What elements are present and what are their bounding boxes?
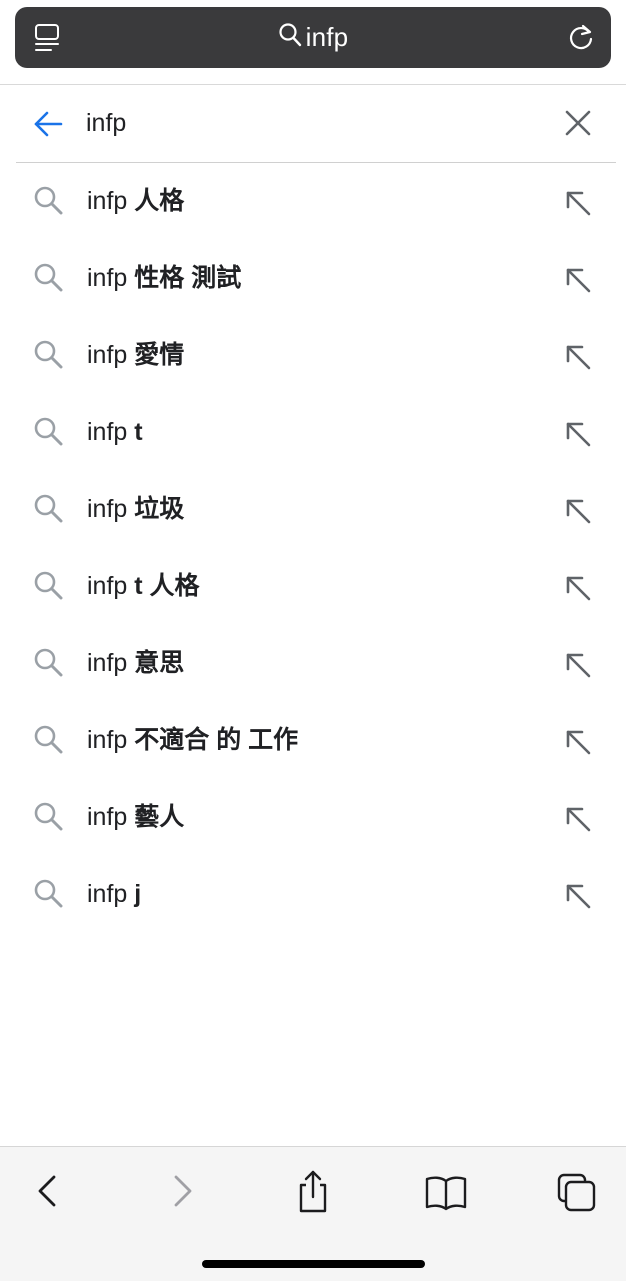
search-row bbox=[16, 85, 616, 163]
suggestion-item[interactable]: infp t 人格 bbox=[0, 548, 626, 625]
suggestion-item[interactable]: infp 性格 測試 bbox=[0, 240, 626, 317]
suggestion-text: infp j bbox=[87, 880, 142, 908]
suggestion-text: infp t 人格 bbox=[87, 572, 200, 600]
reload-icon[interactable] bbox=[566, 23, 596, 53]
search-icon bbox=[33, 185, 63, 215]
suggestion-list: infp 人格 infp 性格 測試 infp 愛情 infp t infp 垃… bbox=[0, 163, 626, 933]
forward-icon[interactable] bbox=[162, 1169, 202, 1213]
suggestion-item[interactable]: infp 垃圾 bbox=[0, 471, 626, 548]
bottom-toolbar bbox=[0, 1146, 626, 1281]
suggestion-text: infp 愛情 bbox=[87, 341, 185, 369]
search-icon bbox=[33, 878, 63, 908]
suggestion-item[interactable]: infp 意思 bbox=[0, 625, 626, 702]
close-icon[interactable] bbox=[564, 109, 592, 137]
safari-top-bar: infp bbox=[0, 0, 626, 85]
suggestion-item[interactable]: infp t bbox=[0, 394, 626, 471]
search-icon bbox=[33, 339, 63, 369]
search-icon bbox=[33, 262, 63, 292]
fill-query-arrow-icon[interactable] bbox=[562, 803, 594, 835]
suggestion-item[interactable]: infp 人格 bbox=[0, 163, 626, 240]
suggestion-item[interactable]: infp j bbox=[0, 856, 626, 933]
fill-query-arrow-icon[interactable] bbox=[562, 264, 594, 296]
search-input[interactable] bbox=[86, 103, 526, 143]
fill-query-arrow-icon[interactable] bbox=[562, 495, 594, 527]
back-icon[interactable] bbox=[28, 1169, 68, 1213]
suggestion-item[interactable]: infp 不適合 的 工作 bbox=[0, 702, 626, 779]
fill-query-arrow-icon[interactable] bbox=[562, 649, 594, 681]
fill-query-arrow-icon[interactable] bbox=[562, 726, 594, 758]
suggestion-text: infp 藝人 bbox=[87, 803, 185, 831]
suggestion-text: infp 不適合 的 工作 bbox=[87, 726, 299, 754]
share-icon[interactable] bbox=[293, 1169, 333, 1213]
suggestion-text: infp 人格 bbox=[87, 187, 185, 215]
fill-query-arrow-icon[interactable] bbox=[562, 572, 594, 604]
tabs-icon[interactable] bbox=[556, 1169, 596, 1213]
search-icon bbox=[33, 493, 63, 523]
search-icon bbox=[33, 570, 63, 600]
fill-query-arrow-icon[interactable] bbox=[562, 187, 594, 219]
suggestion-text: infp t bbox=[87, 418, 143, 446]
address-bar[interactable]: infp bbox=[15, 7, 611, 68]
fill-query-arrow-icon[interactable] bbox=[562, 418, 594, 450]
search-icon bbox=[33, 801, 63, 831]
home-indicator bbox=[202, 1260, 425, 1268]
suggestion-item[interactable]: infp 藝人 bbox=[0, 779, 626, 856]
back-arrow-icon[interactable] bbox=[32, 109, 64, 139]
fill-query-arrow-icon[interactable] bbox=[562, 880, 594, 912]
search-icon bbox=[33, 416, 63, 446]
suggestion-text: infp 垃圾 bbox=[87, 495, 185, 523]
search-icon bbox=[33, 724, 63, 754]
suggestion-text: infp 意思 bbox=[87, 649, 185, 677]
search-icon bbox=[278, 22, 302, 53]
address-query-text: infp bbox=[305, 22, 349, 52]
address-query[interactable]: infp bbox=[15, 7, 611, 68]
fill-query-arrow-icon[interactable] bbox=[562, 341, 594, 373]
suggestion-item[interactable]: infp 愛情 bbox=[0, 317, 626, 394]
bookmarks-icon[interactable] bbox=[424, 1169, 468, 1213]
suggestion-text: infp 性格 測試 bbox=[87, 264, 242, 292]
search-icon bbox=[33, 647, 63, 677]
